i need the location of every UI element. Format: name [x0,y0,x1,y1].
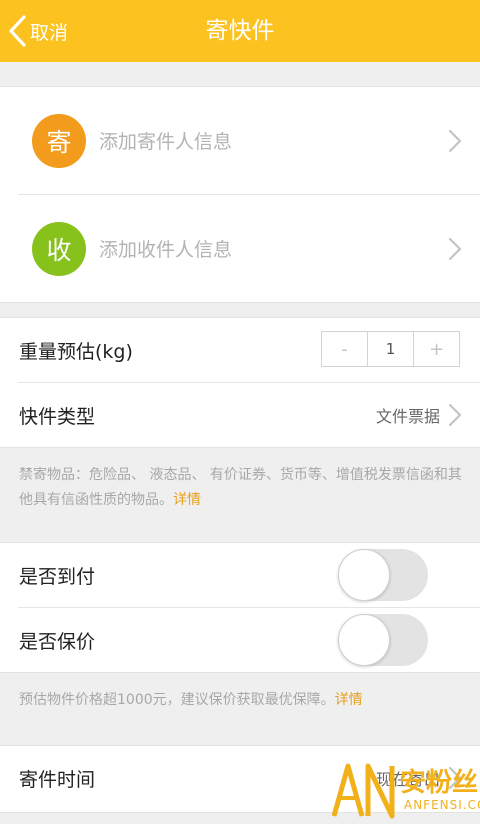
an-logo-icon [331,763,395,819]
contacts-card: 寄 添加寄件人信息 收 添加收件人信息 [0,86,480,303]
page-title: 寄快件 [205,18,275,44]
receiver-badge: 收 [32,221,86,276]
package-type-value: 文件票据 [375,407,440,426]
toggle-knob [338,614,390,666]
insurance-row: 是否保价 [0,608,480,672]
chevron-right-icon [448,129,462,157]
watermark-domain: ANFENSI.COM [404,798,480,812]
options-card: 是否到付 是否保价 [0,542,480,673]
prohibited-details-link[interactable]: 详情 [173,492,201,508]
insurance-note: 预估物件价格超1000元，建议保价获取最优保障。详情 [19,688,462,713]
add-sender-row[interactable]: 寄 添加寄件人信息 [18,87,480,194]
sender-badge: 寄 [32,113,86,168]
watermark-logo: 安粉丝 ANFENSI.COM [330,758,480,820]
weight-row: 重量预估(kg) - 1 + [0,318,480,382]
weight-value[interactable]: 1 [367,332,414,366]
add-receiver-row[interactable]: 收 添加收件人信息 [18,195,480,302]
toggle-knob [338,549,390,601]
decrease-button[interactable]: - [322,332,367,366]
prohibited-items-text: 禁寄物品：危险品、 液态品、 有价证券、货币等、增值税发票信函和其他具有信函性质… [19,467,462,508]
watermark-text: 安粉丝 [400,768,479,798]
increase-button[interactable]: + [414,332,459,366]
add-receiver-text: 添加收件人信息 [99,239,233,261]
cod-row: 是否到付 [0,543,480,607]
add-sender-text: 添加寄件人信息 [99,131,233,153]
insurance-details-link[interactable]: 详情 [335,692,363,708]
insurance-toggle[interactable] [338,614,428,666]
top-bar: 取消 寄快件 [0,0,480,62]
cod-toggle[interactable] [338,549,428,601]
chevron-right-icon [448,237,462,265]
chevron-right-icon [448,403,462,431]
weight-stepper[interactable]: - 1 + [321,331,460,367]
package-type-row[interactable]: 快件类型 文件票据 [0,383,480,447]
package-card: 重量预估(kg) - 1 + 快件类型 文件票据 [0,317,480,448]
prohibited-items-note: 禁寄物品：危险品、 液态品、 有价证券、货币等、增值税发票信函和其他具有信函性质… [19,463,462,513]
insurance-note-text: 预估物件价格超1000元，建议保价获取最优保障。 [19,692,335,708]
